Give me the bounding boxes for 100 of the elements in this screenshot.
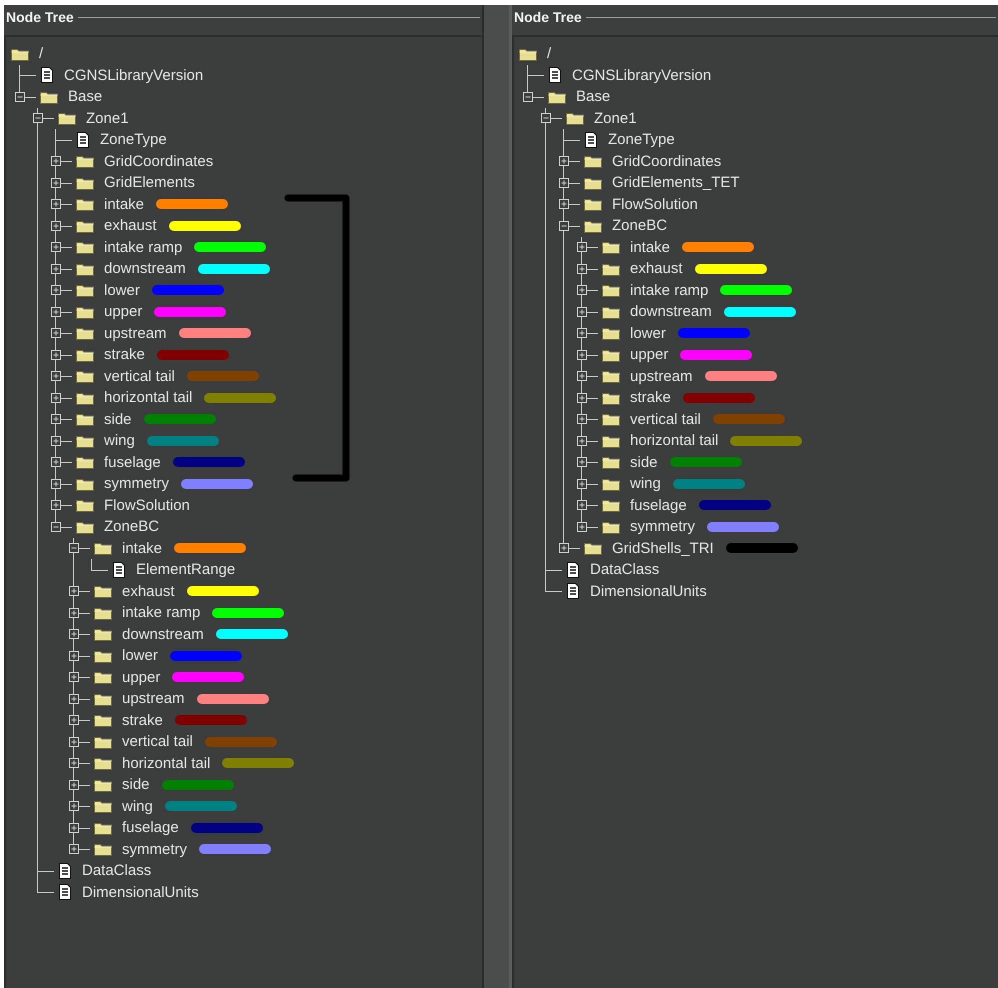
expand-icon[interactable] [51,478,61,489]
node-label[interactable]: GridElements [104,174,195,192]
node-label[interactable]: upper [122,668,160,686]
expand-icon[interactable] [51,436,61,446]
expand-icon[interactable] [577,285,587,296]
node-label[interactable]: GridCoordinates [104,152,214,170]
node-label[interactable]: wing [122,798,153,815]
node-label[interactable]: ZoneType [608,131,675,148]
node-label[interactable]: strake [122,712,163,729]
expand-icon[interactable] [69,758,79,768]
node-label[interactable]: intake [104,196,144,213]
expand-icon[interactable] [51,371,61,382]
expand-icon[interactable] [577,242,587,252]
node-label[interactable]: Zone1 [594,110,637,127]
expand-icon[interactable] [577,436,587,446]
node-label[interactable]: DataClass [82,862,152,880]
node-label[interactable]: DimensionalUnits [82,884,199,901]
expand-icon[interactable] [51,199,61,210]
node-label[interactable]: CGNSLibraryVersion [572,66,712,84]
node-label[interactable]: DataClass [590,561,660,578]
expand-icon[interactable] [51,242,61,252]
expand-icon[interactable] [51,264,61,274]
expand-icon[interactable] [69,780,79,790]
node-label[interactable]: fuselage [104,454,161,471]
expand-icon[interactable] [559,156,569,166]
expand-icon[interactable] [69,694,79,704]
expand-icon[interactable] [69,715,79,726]
expand-icon[interactable] [577,500,587,510]
expand-icon[interactable] [577,522,587,532]
expand-icon[interactable] [51,328,61,338]
node-label[interactable]: / [39,45,44,62]
expand-icon[interactable] [51,414,61,424]
node-label[interactable]: horizontal tail [104,389,192,406]
expand-icon[interactable] [51,156,61,166]
node-label[interactable]: vertical tail [122,733,193,750]
node-label[interactable]: upper [104,303,142,320]
node-label[interactable]: symmetry [122,840,187,858]
node-label[interactable]: downstream [122,626,204,643]
expand-icon[interactable] [51,350,61,360]
node-label[interactable]: upstream [630,368,693,385]
expand-icon[interactable] [577,350,587,360]
expand-icon[interactable] [51,306,61,317]
node-label[interactable]: horizontal tail [630,432,718,450]
node-label[interactable]: GridShells_TRI [612,540,714,557]
expand-icon[interactable] [51,220,61,231]
expand-icon[interactable] [577,264,587,274]
expand-icon[interactable] [69,650,79,661]
node-label[interactable]: CGNSLibraryVersion [64,66,204,84]
expand-icon[interactable] [51,178,61,188]
node-label[interactable]: downstream [104,260,186,278]
expand-icon[interactable] [69,822,79,833]
node-label[interactable]: strake [630,389,671,406]
expand-icon[interactable] [69,844,79,854]
node-label[interactable]: exhaust [122,582,175,600]
node-label[interactable]: fuselage [122,819,179,836]
collapse-icon[interactable] [559,220,569,231]
expand-icon[interactable] [577,414,587,424]
node-label[interactable]: / [547,45,552,62]
node-label[interactable]: symmetry [630,518,695,536]
collapse-icon[interactable] [51,522,61,532]
node-label[interactable]: horizontal tail [122,754,210,772]
node-label[interactable]: lower [104,282,140,299]
node-label[interactable]: downstream [630,303,712,320]
node-label[interactable]: vertical tail [104,368,175,385]
expand-icon[interactable] [577,392,587,403]
node-label[interactable]: ZoneBC [104,518,160,536]
node-label[interactable]: GridCoordinates [612,152,722,170]
node-label[interactable]: fuselage [630,496,687,514]
node-label[interactable]: intake ramp [104,238,182,256]
collapse-icon[interactable] [33,113,43,124]
node-label[interactable]: wing [630,475,661,492]
expand-icon[interactable] [69,629,79,640]
node-label[interactable]: ZoneType [100,131,167,148]
node-label[interactable]: GridElements_TET [612,174,740,192]
expand-icon[interactable] [51,500,61,510]
expand-icon[interactable] [577,328,587,338]
collapse-icon[interactable] [69,543,79,554]
node-label[interactable]: lower [122,647,158,664]
node-label[interactable]: vertical tail [630,410,701,428]
expand-icon[interactable] [577,457,587,468]
expand-icon[interactable] [69,736,79,747]
expand-icon[interactable] [559,199,569,210]
expand-icon[interactable] [577,306,587,317]
node-label[interactable]: strake [104,346,145,364]
expand-icon[interactable] [51,457,61,468]
node-label[interactable]: FlowSolution [612,196,698,213]
node-label[interactable]: lower [630,324,666,342]
expand-icon[interactable] [559,543,569,554]
node-label[interactable]: symmetry [104,475,169,492]
node-label[interactable]: exhaust [630,260,683,278]
expand-icon[interactable] [51,285,61,296]
collapse-icon[interactable] [15,92,25,102]
node-label[interactable]: upper [630,346,668,364]
node-label[interactable]: wing [104,432,135,450]
expand-icon[interactable] [577,478,587,489]
node-label[interactable]: ElementRange [136,561,236,578]
node-label[interactable]: Base [68,88,102,106]
node-label[interactable]: FlowSolution [104,496,190,514]
node-label[interactable]: intake [122,540,162,557]
node-label[interactable]: Base [576,88,610,106]
